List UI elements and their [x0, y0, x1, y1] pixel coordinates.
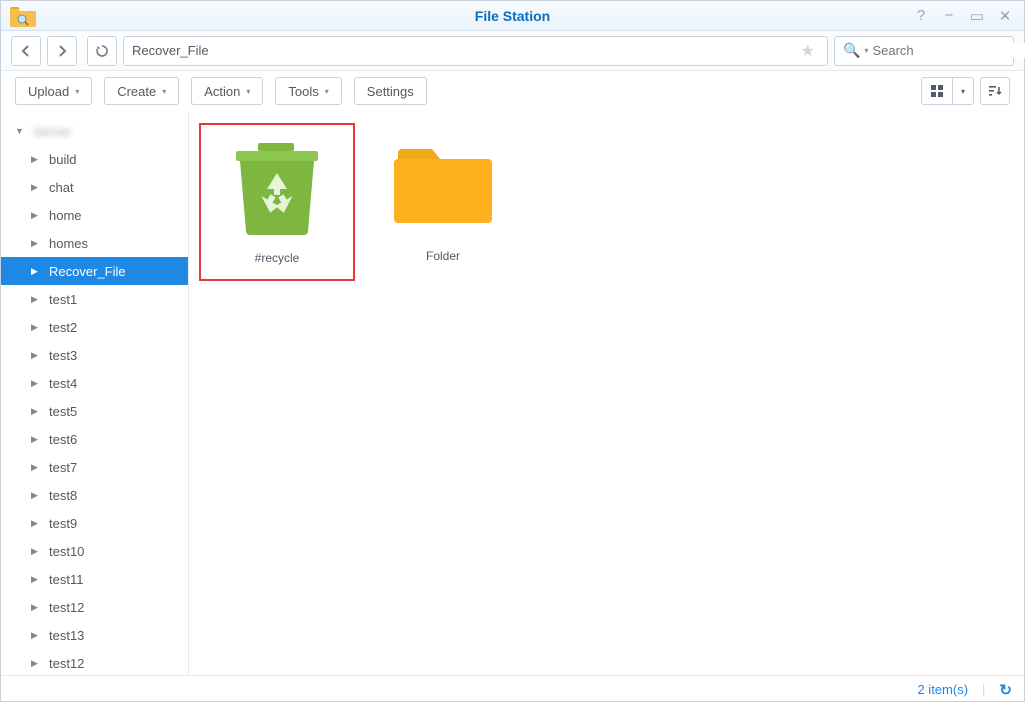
tree-item-label: Recover_File — [49, 264, 126, 279]
tree-item-test11[interactable]: ▶test11 — [1, 565, 188, 593]
help-icon[interactable]: ? — [912, 7, 930, 25]
tree-item-test8[interactable]: ▶test8 — [1, 481, 188, 509]
tree-item-test6[interactable]: ▶test6 — [1, 425, 188, 453]
app-folder-icon — [9, 5, 37, 27]
tree-item-label: test1 — [49, 292, 77, 307]
tree-item-label: test8 — [49, 488, 77, 503]
caret-down-icon: ▾ — [75, 87, 79, 96]
tree-item-label: homes — [49, 236, 88, 251]
tree-item-home[interactable]: ▶home — [1, 201, 188, 229]
tree-item-label: test7 — [49, 460, 77, 475]
back-button[interactable] — [11, 36, 41, 66]
caret-down-icon: ▾ — [246, 87, 250, 96]
recycle-bin-item[interactable]: #recycle — [199, 123, 355, 281]
tools-button[interactable]: Tools▾ — [275, 77, 341, 105]
action-toolbar: Upload▾ Create▾ Action▾ Tools▾ Settings … — [1, 71, 1024, 111]
caret-down-icon: ▾ — [162, 87, 166, 96]
settings-button[interactable]: Settings — [354, 77, 427, 105]
action-button[interactable]: Action▾ — [191, 77, 263, 105]
tree-item-label: test6 — [49, 432, 77, 447]
tree-item-label: test12 — [49, 656, 84, 671]
tree-item-label: home — [49, 208, 82, 223]
forward-button[interactable] — [47, 36, 77, 66]
tree-item-test12[interactable]: ▶test12 — [1, 593, 188, 621]
sort-button[interactable] — [980, 77, 1010, 105]
file-label: #recycle — [255, 251, 300, 265]
tree-item-label: test3 — [49, 348, 77, 363]
tree-item-test5[interactable]: ▶test5 — [1, 397, 188, 425]
view-dropdown-caret[interactable]: ▾ — [953, 78, 973, 104]
search-dropdown-caret[interactable]: ▾ — [864, 46, 868, 55]
window-title: File Station — [1, 8, 1024, 24]
tree-item-test13[interactable]: ▶test13 — [1, 621, 188, 649]
path-input-box[interactable]: ★ — [123, 36, 828, 66]
reload-button[interactable] — [87, 36, 117, 66]
search-box[interactable]: 🔍 ▾ — [834, 36, 1014, 66]
tree-item-test9[interactable]: ▶test9 — [1, 509, 188, 537]
titlebar: File Station ? − ▭ ✕ — [1, 1, 1024, 31]
upload-button[interactable]: Upload▾ — [15, 77, 92, 105]
grid-view-icon[interactable] — [922, 78, 953, 104]
file-grid[interactable]: #recycle Folder — [189, 111, 1024, 675]
tree-item-homes[interactable]: ▶homes — [1, 229, 188, 257]
tree-item-label: test5 — [49, 404, 77, 419]
path-input[interactable] — [132, 43, 797, 58]
item-count: 2 item(s) — [917, 682, 968, 697]
create-button[interactable]: Create▾ — [104, 77, 179, 105]
file-label: Folder — [426, 249, 460, 263]
tree-root-node[interactable]: ▼Server — [1, 117, 188, 145]
tree-item-test10[interactable]: ▶test10 — [1, 537, 188, 565]
tree-item-test2[interactable]: ▶test2 — [1, 313, 188, 341]
refresh-icon[interactable]: ↻ — [999, 681, 1012, 699]
maximize-icon[interactable]: ▭ — [968, 7, 986, 25]
search-icon: 🔍 — [843, 42, 860, 59]
tree-item-test1[interactable]: ▶test1 — [1, 285, 188, 313]
tree-item-label: test10 — [49, 544, 84, 559]
caret-down-icon: ▾ — [325, 87, 329, 96]
tree-item-test7[interactable]: ▶test7 — [1, 453, 188, 481]
tree-item-label: test13 — [49, 628, 84, 643]
tree-item-label: test9 — [49, 516, 77, 531]
tree-item-label: chat — [49, 180, 74, 195]
view-mode-button[interactable]: ▾ — [921, 77, 974, 105]
tree-item-test4[interactable]: ▶test4 — [1, 369, 188, 397]
tree-item-build[interactable]: ▶build — [1, 145, 188, 173]
tree-item-label: test11 — [49, 572, 83, 587]
tree-item-label: test12 — [49, 600, 84, 615]
folder-tree-sidebar[interactable]: ▼Server▶build▶chat▶home▶homes▶Recover_Fi… — [1, 111, 189, 675]
tree-item-recover_file[interactable]: ▶Recover_File — [1, 257, 188, 285]
favorite-star-icon[interactable]: ★ — [797, 41, 819, 61]
nav-toolbar: ★ 🔍 ▾ — [1, 31, 1024, 71]
search-input[interactable] — [872, 43, 1025, 58]
folder-item[interactable]: Folder — [365, 123, 521, 277]
tree-item-label: build — [49, 152, 76, 167]
tree-item-label: test4 — [49, 376, 77, 391]
tree-item-test12[interactable]: ▶test12 — [1, 649, 188, 675]
recycle-bin-icon — [222, 137, 332, 237]
tree-item-test3[interactable]: ▶test3 — [1, 341, 188, 369]
minimize-icon[interactable]: − — [940, 7, 958, 25]
status-bar: 2 item(s) | ↻ — [1, 675, 1024, 703]
tree-item-label: test2 — [49, 320, 77, 335]
folder-icon — [388, 135, 498, 235]
close-icon[interactable]: ✕ — [996, 7, 1014, 25]
tree-item-chat[interactable]: ▶chat — [1, 173, 188, 201]
